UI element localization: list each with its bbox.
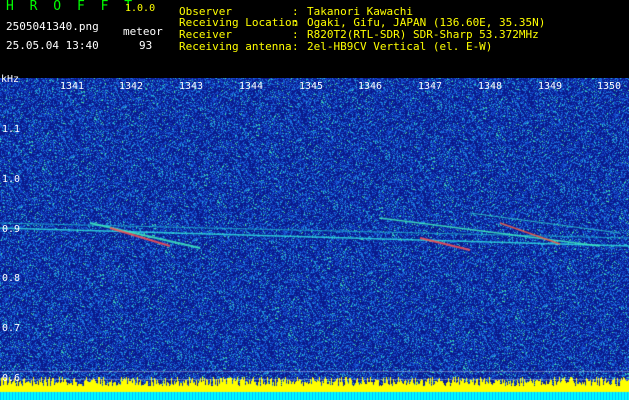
time-tick: 1347 (418, 81, 443, 92)
time-tick: 1345 (299, 81, 324, 92)
time-tick: 1349 (538, 81, 563, 92)
freq-tick: 0.8 (2, 273, 21, 284)
detection-count: 93 (139, 39, 153, 52)
time-tick: 1341 (60, 81, 85, 92)
antenna-colon: : (292, 40, 299, 53)
freq-tick: 0.7 (2, 323, 21, 334)
freq-tick: 0.9 (2, 224, 21, 235)
spectrogram-canvas (0, 78, 629, 400)
time-tick: 1346 (358, 81, 383, 92)
time-tick: 1342 (119, 81, 144, 92)
time-tick: 1344 (239, 81, 264, 92)
app-title: H R O F F T (6, 0, 137, 14)
date-time: 25.05.04 13:40 (6, 39, 99, 52)
hrofft-window: H R O F F T 1.0.0 2505041340.png 25.05.0… (0, 0, 629, 400)
time-tick: 1343 (179, 81, 204, 92)
frequency-unit-label: kHz (1, 74, 20, 85)
antenna-value: 2el-HB9CV Vertical (el. E-W) (307, 40, 493, 53)
app-version: 1.0.0 (125, 3, 156, 14)
antenna-label: Receiving antenna (179, 40, 292, 53)
freq-tick: 1.1 (2, 124, 21, 135)
file-name: 2505041340.png (6, 20, 99, 33)
time-tick: 1350 (597, 81, 622, 92)
freq-tick: 0.6 (2, 373, 21, 384)
detection-mode: meteor (123, 25, 163, 38)
freq-tick: 1.0 (2, 174, 21, 185)
time-tick: 1348 (478, 81, 503, 92)
